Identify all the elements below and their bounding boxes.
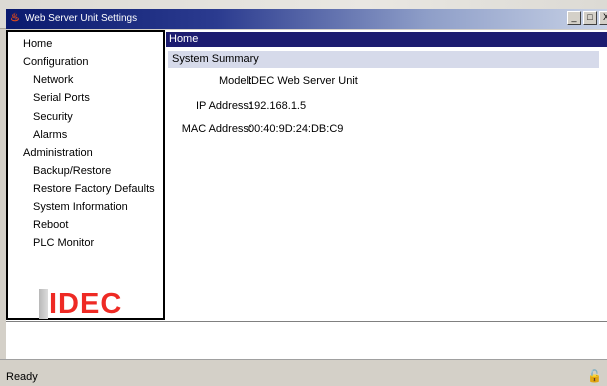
sidebar-item-configuration[interactable]: Configuration [23, 56, 88, 68]
summary-label: Model: [218, 75, 252, 87]
sidebar-item-system-information[interactable]: System Information [33, 201, 128, 213]
sidebar-item-serial-ports[interactable]: Serial Ports [33, 92, 90, 104]
summary-row-mac-address: MAC Address: 00:40:9D:24:DB:C9 [166, 123, 607, 137]
title-bar: ♨ Web Server Unit Settings _ □ X [0, 0, 607, 29]
summary-row-model: Model: IDEC Web Server Unit [166, 75, 607, 89]
maximize-button[interactable]: □ [583, 11, 597, 25]
close-button[interactable]: X [599, 11, 607, 25]
summary-label: MAC Address: [181, 123, 252, 135]
summary-value: IDEC Web Server Unit [248, 75, 358, 87]
sidebar-item-restore-factory-defaults[interactable]: Restore Factory Defaults [33, 183, 155, 195]
sidebar-item-backup-restore[interactable]: Backup/Restore [33, 165, 111, 177]
idec-logo: IDEC [39, 289, 122, 319]
sidebar-item-plc-monitor[interactable]: PLC Monitor [33, 237, 94, 249]
summary-value: 00:40:9D:24:DB:C9 [248, 123, 344, 135]
section-title: System Summary [168, 51, 599, 68]
status-bar: Ready 🔓 [0, 359, 607, 386]
sidebar-item-alarms[interactable]: Alarms [33, 129, 67, 141]
sidebar-item-network[interactable]: Network [33, 74, 73, 86]
java-cup-icon: ♨ [10, 12, 20, 24]
main-panel: Home System Summary Model: IDEC Web Serv… [166, 32, 607, 320]
summary-value: 192.168.1.5 [248, 100, 307, 112]
title-bar-gradient[interactable]: ♨ Web Server Unit Settings _ □ X [6, 9, 607, 29]
lock-icon: 🔓 [587, 369, 602, 383]
window-controls: _ □ X [567, 11, 607, 25]
bottom-pane [6, 321, 607, 359]
sidebar-item-security[interactable]: Security [33, 111, 73, 123]
sidebar-item-reboot[interactable]: Reboot [33, 219, 68, 231]
sidebar-item-home[interactable]: Home [23, 38, 52, 50]
summary-row-ip-address: IP Address: 192.168.1.5 [166, 100, 607, 114]
status-text: Ready [6, 371, 38, 383]
window-title: Web Server Unit Settings [25, 13, 138, 24]
summary-label: IP Address: [195, 100, 252, 112]
sidebar-nav: Home Configuration Network Serial Ports … [6, 30, 165, 320]
logo-mark [39, 289, 48, 319]
minimize-button[interactable]: _ [567, 11, 581, 25]
page-title: Home [166, 32, 607, 47]
sidebar-item-administration[interactable]: Administration [23, 147, 93, 159]
logo-text: IDEC [49, 288, 123, 320]
